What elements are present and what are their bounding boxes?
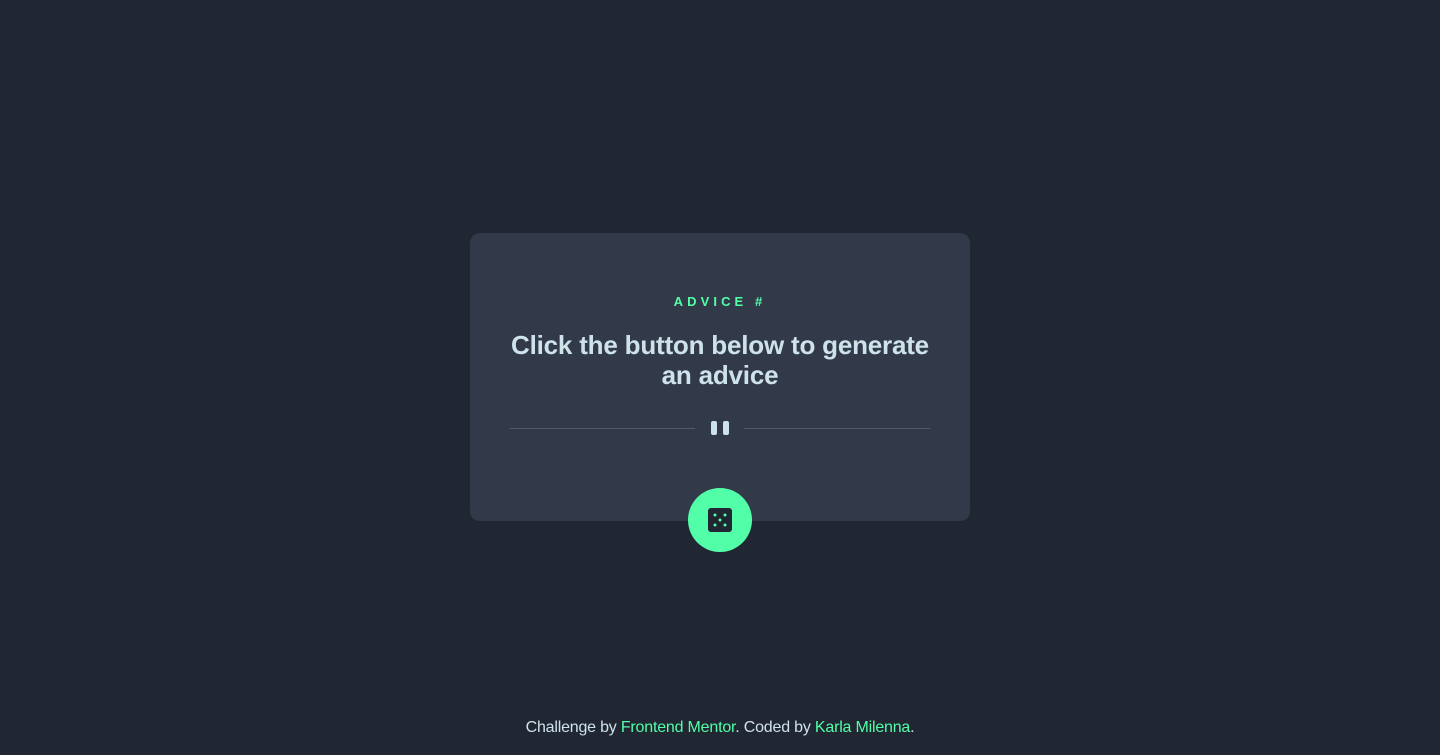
advice-text: Click the button below to generate an ad… xyxy=(511,330,929,390)
attribution-middle: . Coded by xyxy=(735,719,815,736)
attribution-prefix: Challenge by xyxy=(525,719,621,736)
advice-number-label: ADVICE # xyxy=(673,294,767,309)
frontend-mentor-link[interactable]: Frontend Mentor xyxy=(621,719,736,736)
pause-icon xyxy=(710,421,730,437)
advice-card: ADVICE # Click the button below to gener… xyxy=(470,233,970,552)
attribution-footer: Challenge by Frontend Mentor. Coded by K… xyxy=(0,717,1440,739)
dice-icon xyxy=(708,508,732,532)
divider-line-right xyxy=(744,428,930,429)
author-link[interactable]: Karla Milenna xyxy=(815,719,910,736)
attribution-suffix: . xyxy=(910,719,915,736)
generate-advice-button[interactable] xyxy=(688,488,752,552)
divider-line-left xyxy=(510,428,695,429)
divider xyxy=(510,419,930,439)
